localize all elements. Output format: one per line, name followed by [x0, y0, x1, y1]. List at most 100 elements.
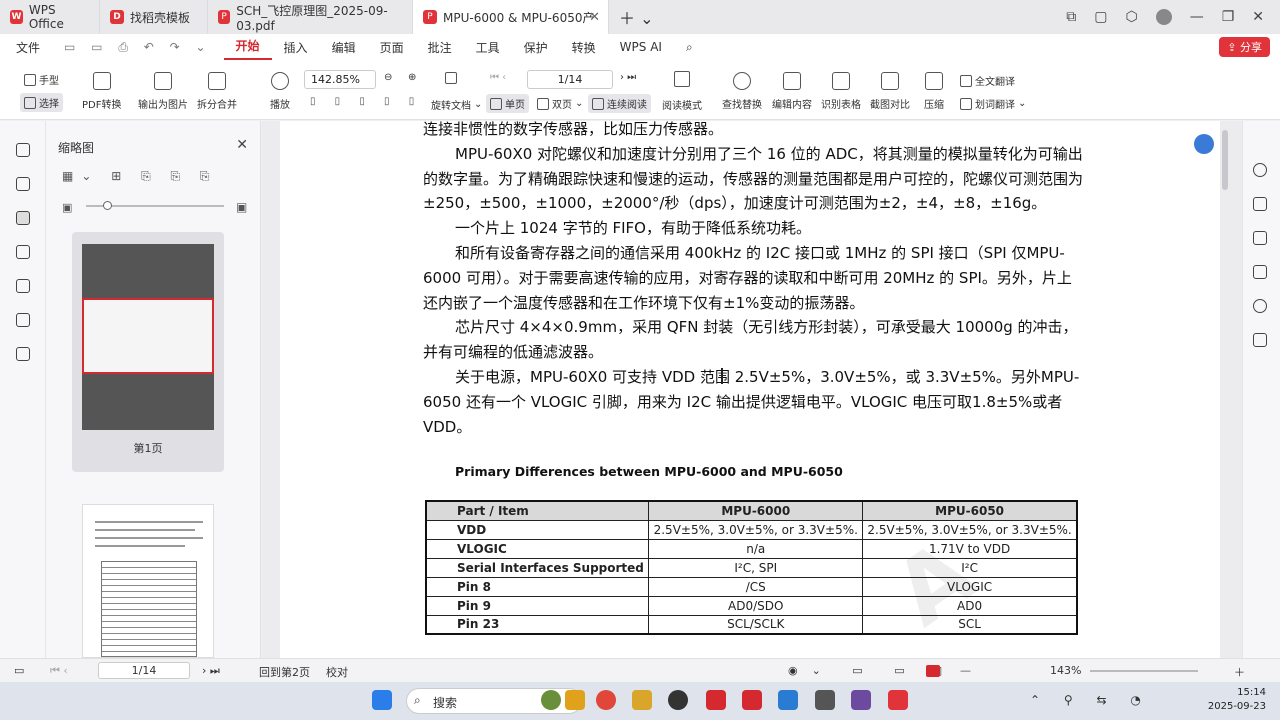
tray-icons[interactable]: ⌃ ⚲ ⇆ ◔ [1030, 693, 1151, 707]
thumbnail-tools[interactable]: ▦⌄ ⊞ ⎘ ⎘ ⎘ [62, 169, 218, 184]
menu-convert[interactable]: 转换 [560, 39, 608, 56]
fit-icon[interactable] [445, 72, 457, 84]
avatar[interactable] [1155, 9, 1172, 25]
cube-icon[interactable]: ⬡ [1125, 9, 1137, 25]
menu-home[interactable]: 开始 [223, 34, 272, 60]
minimize-icon[interactable]: — [1190, 9, 1204, 25]
full-translate-button[interactable]: 全文翻译 [960, 73, 1015, 88]
proofread-button[interactable]: 校对 [326, 664, 348, 680]
zoom-out-icon[interactable]: ⊖ [384, 72, 392, 83]
menu-protect[interactable]: 保护 [512, 39, 560, 56]
split-merge-button[interactable]: 拆分合并 [197, 72, 237, 111]
layers-icon[interactable] [16, 347, 30, 361]
app-icon-2[interactable] [851, 690, 871, 710]
single-page-button[interactable]: 单页 [486, 94, 529, 113]
layout-icon[interactable] [1253, 265, 1267, 279]
menu-tools[interactable]: 工具 [464, 39, 512, 56]
tab-templates[interactable]: D 找稻壳模板 [100, 0, 208, 34]
status-page-input[interactable]: 1/14 [98, 662, 190, 679]
ai-assistant-icon[interactable] [1194, 134, 1214, 154]
first-page-icon[interactable]: ⏮ ‹ [50, 664, 68, 678]
tab-sch-pdf[interactable]: P SCH_飞控原理图_2025-09-03.pdf [208, 0, 413, 34]
search-icon[interactable] [1253, 163, 1267, 177]
menu-insert[interactable]: 插入 [272, 39, 320, 56]
outline-icon[interactable] [16, 143, 30, 157]
attachment-icon[interactable] [16, 279, 30, 293]
zoom-level[interactable]: 143% [1050, 664, 1081, 677]
camera-icon[interactable] [815, 690, 835, 710]
search-icon[interactable]: ⌕ [674, 40, 705, 55]
menu-wps-ai[interactable]: WPS AI [608, 40, 674, 54]
export-image-button[interactable]: 输出为图片 [138, 72, 188, 111]
altium-icon-2[interactable] [742, 690, 762, 710]
signature-icon[interactable] [16, 313, 30, 327]
word-translate-button[interactable]: 划词翻译 ⌄ [960, 96, 1026, 111]
maximize-icon[interactable]: ❐ [1222, 9, 1235, 25]
vscode-icon[interactable] [778, 690, 798, 710]
hand-tool[interactable]: 手型 [24, 72, 59, 87]
file-explorer-icon[interactable] [632, 690, 652, 710]
close-window-icon[interactable]: ✕ [1252, 9, 1264, 25]
document-viewer[interactable]: A 连接非惯性的数字传感器，比如压力传感器。 MPU-60X0 对陀螺仪和加速度… [262, 121, 1242, 658]
new-tab-button[interactable]: ＋ ⌄ [609, 0, 664, 34]
menu-page[interactable]: 页面 [368, 39, 416, 56]
next-page-icon[interactable]: › ⏭ [202, 664, 220, 678]
page-number-input[interactable]: 1/14 [527, 70, 613, 89]
double-page-button[interactable]: 双页 ⌄ [537, 96, 583, 111]
settings-sliders-icon[interactable] [1253, 231, 1267, 245]
system-clock[interactable]: 15:14 2025-09-23 [1208, 686, 1266, 714]
app-icon[interactable] [668, 690, 688, 710]
folder-icon[interactable] [565, 690, 585, 710]
recognize-table-button[interactable]: 识别表格 [821, 72, 861, 111]
menu-annotate[interactable]: 批注 [416, 39, 464, 56]
read-mode-button[interactable]: 阅读模式 [662, 97, 702, 112]
continuous-read-button[interactable]: 连续阅读 [588, 94, 651, 113]
compress-button[interactable]: 压缩 [924, 72, 944, 111]
file-menu[interactable]: 文件 [0, 39, 52, 56]
rotate-button[interactable]: 旋转文档 ⌄ [431, 97, 482, 112]
back-to-page-link[interactable]: 回到第2页 [259, 664, 310, 680]
zoom-out-icon[interactable]: — [960, 664, 971, 677]
widget-icon[interactable] [541, 690, 561, 710]
find-replace-button[interactable]: 查找替换 [722, 72, 762, 111]
edit-content-button[interactable]: 编辑内容 [772, 72, 812, 111]
screenshot-compare-button[interactable]: 截图对比 [870, 72, 910, 111]
vertical-scrollbar[interactable] [1222, 130, 1228, 190]
zoom-slider[interactable] [1090, 670, 1198, 672]
windows-start-icon[interactable] [372, 690, 392, 710]
large-image-icon[interactable]: ▣ [236, 200, 247, 214]
comment-icon[interactable] [16, 245, 30, 259]
tab-mpu-pdf[interactable]: P MPU-6000 & MPU-6050产 ✕ [413, 0, 609, 34]
thumbnail-icon[interactable] [16, 211, 30, 225]
view-tool-icons[interactable]: ▯ ▯ ▯ ▯ ▯ [310, 96, 422, 107]
close-icon[interactable]: ✕ [589, 10, 600, 25]
wps-taskbar-icon[interactable] [888, 690, 908, 710]
present-icon[interactable] [926, 665, 940, 677]
page-thumbnail-1[interactable]: 第1页 [72, 232, 224, 472]
help-icon[interactable] [1253, 299, 1267, 313]
zoom-in-icon[interactable]: ＋ [1234, 664, 1245, 680]
play-button[interactable]: 播放 [270, 72, 290, 111]
restore-icon[interactable]: ▢ [1094, 9, 1107, 25]
select-tool[interactable]: 选择 [20, 93, 63, 112]
zoom-select[interactable]: 142.85% [304, 70, 376, 89]
next-page-icon[interactable]: › ⏭ [620, 72, 636, 83]
edit-icon[interactable] [1253, 197, 1267, 211]
page-thumbnail-2[interactable] [82, 504, 214, 658]
tab-wps-office[interactable]: W WPS Office [0, 0, 100, 34]
screenshot-icon[interactable]: ⧉ [1066, 9, 1076, 25]
zoom-in-icon[interactable]: ⊕ [408, 72, 416, 83]
chrome-icon[interactable] [596, 690, 616, 710]
sidebar-toggle-icon[interactable]: ▭ [14, 664, 24, 677]
slider-handle[interactable] [103, 201, 112, 210]
small-image-icon[interactable]: ▣ [62, 201, 72, 214]
menu-edit[interactable]: 编辑 [320, 39, 368, 56]
share-button[interactable]: ⇪ 分享 [1219, 37, 1270, 57]
translate-icon[interactable] [1253, 333, 1267, 347]
bookmark-icon[interactable] [16, 177, 30, 191]
book-icon[interactable] [674, 71, 690, 87]
pdf-convert-button[interactable]: PDF转换 [82, 72, 121, 111]
close-icon[interactable]: ✕ [236, 137, 248, 153]
first-page-icon[interactable]: ⏮ ‹ [490, 72, 506, 83]
altium-icon[interactable] [706, 690, 726, 710]
